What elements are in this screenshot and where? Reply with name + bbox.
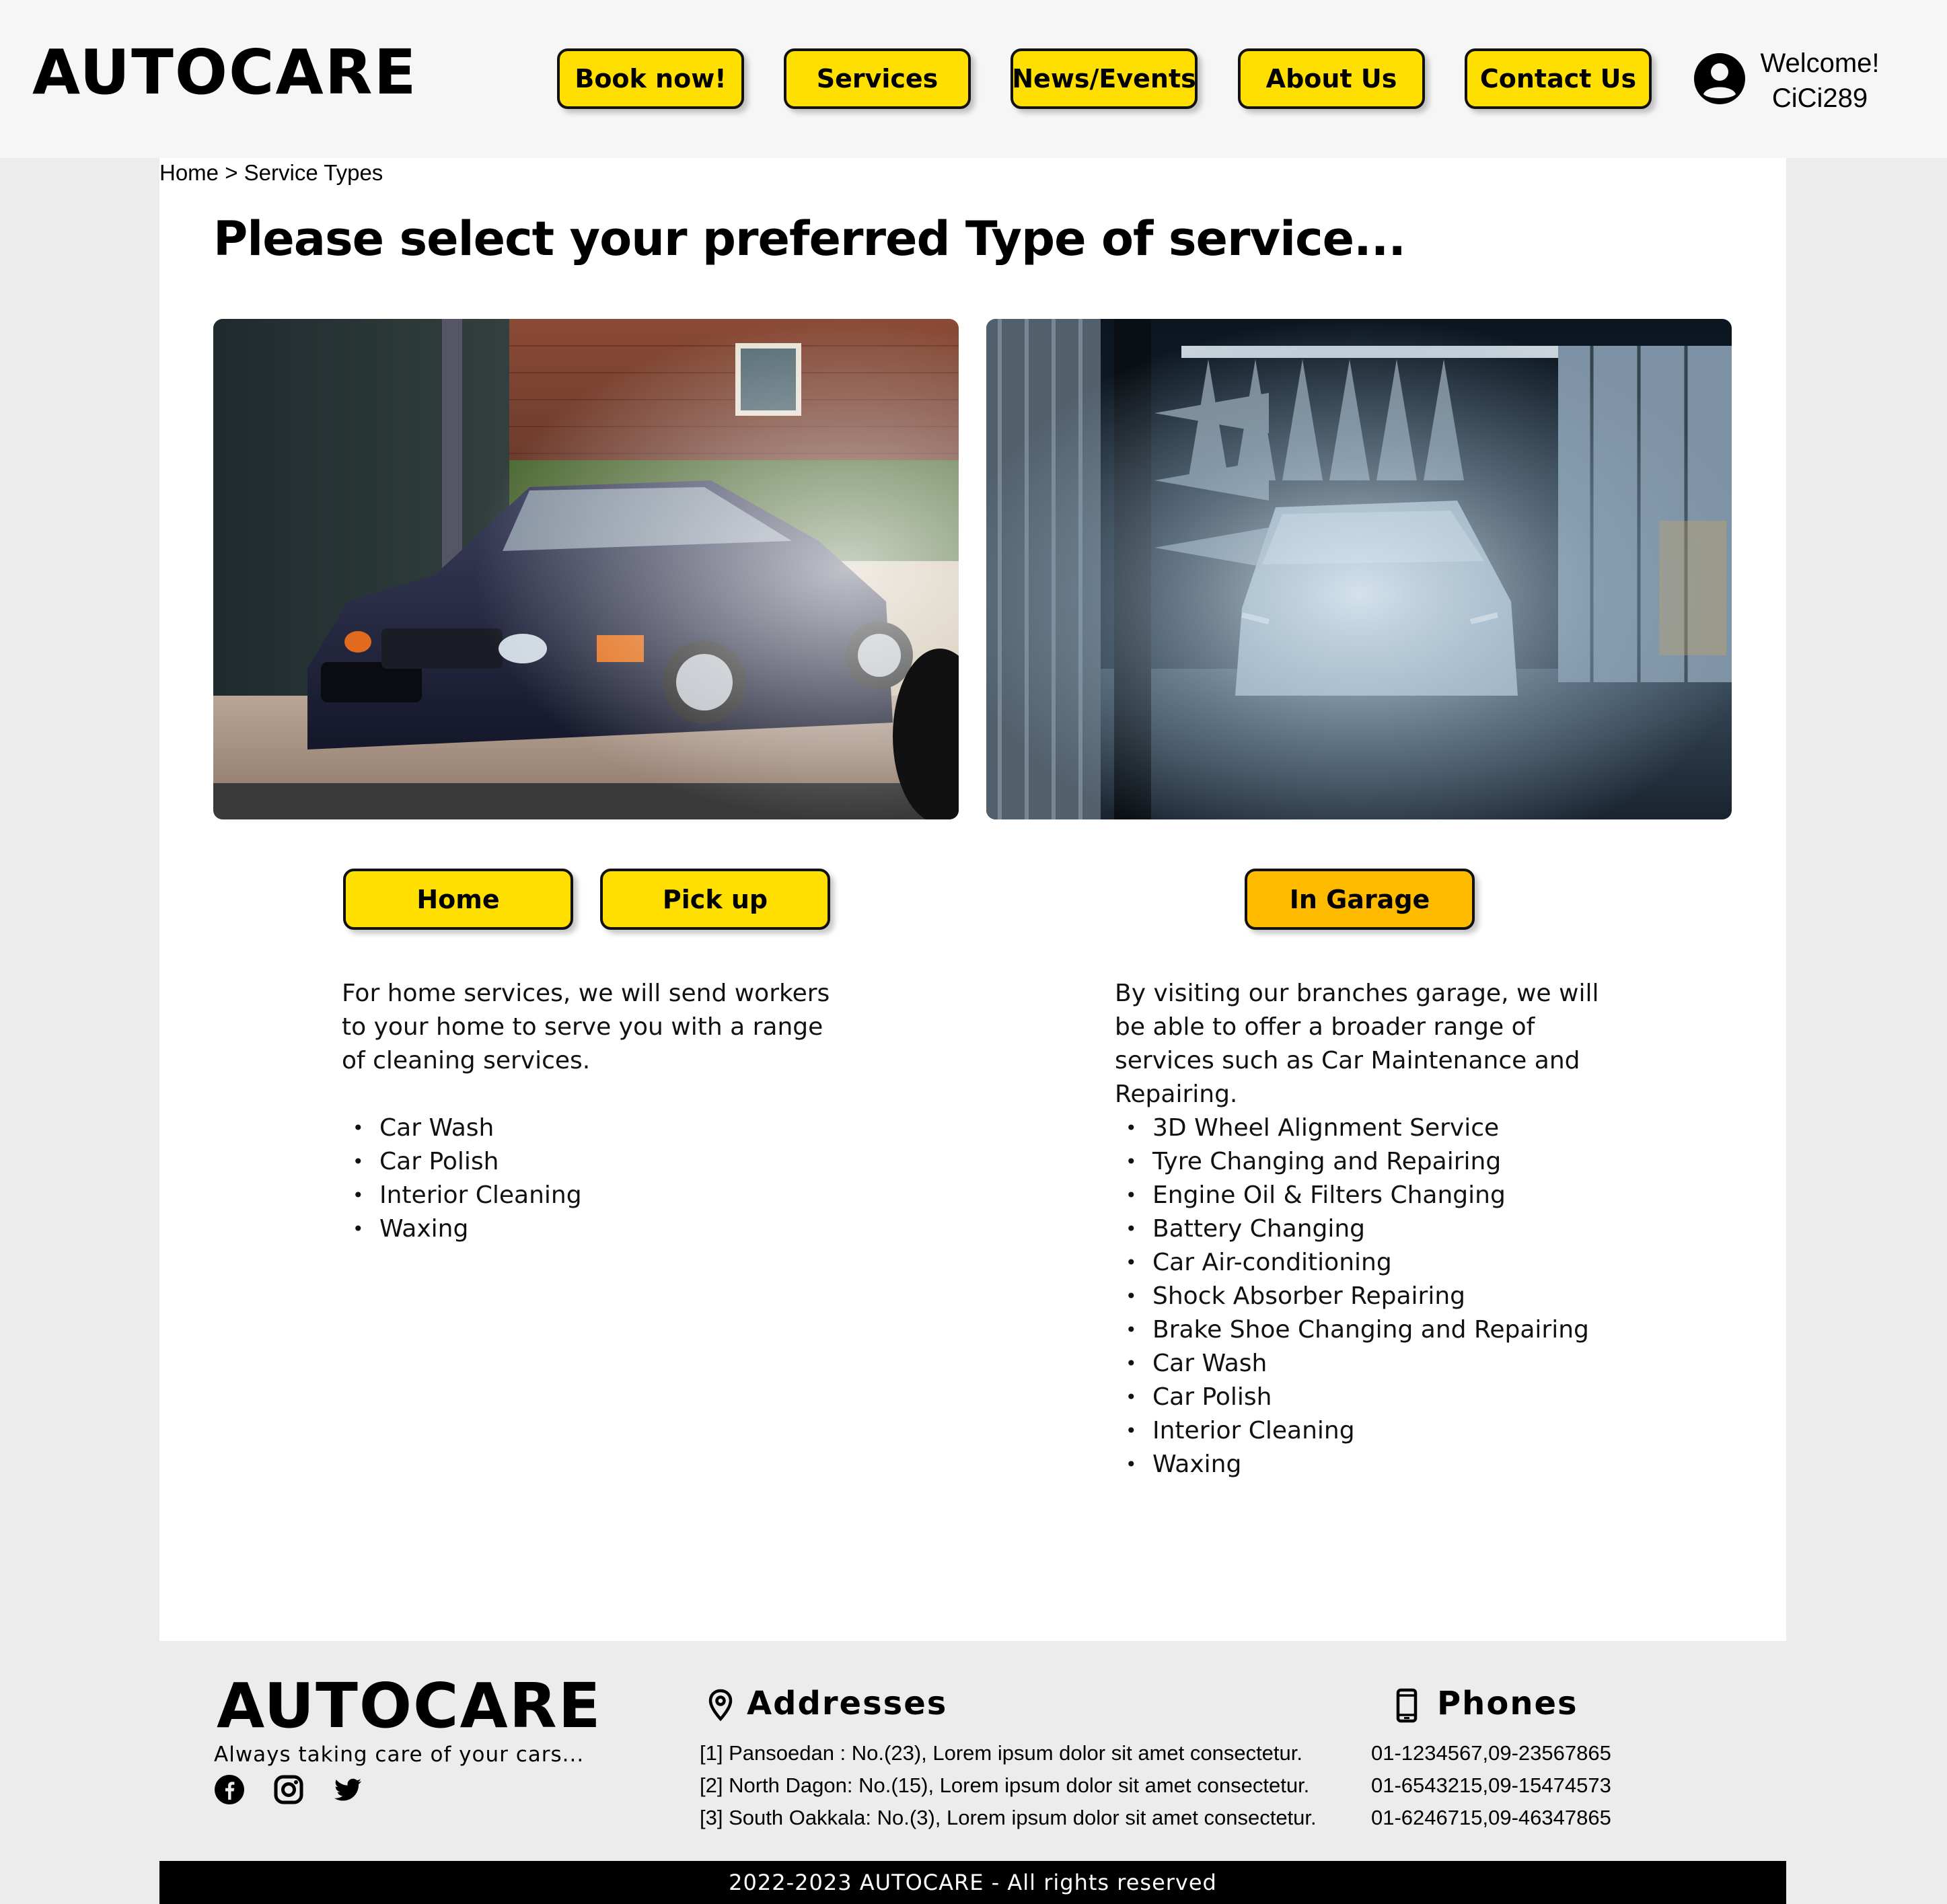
page-title: Please select your preferred Type of ser… [213, 211, 1406, 266]
home-service-photo [213, 319, 959, 819]
phone-line-3: 01-6246715,09-46347865 [1371, 1806, 1611, 1829]
in-garage-service-button[interactable]: In Garage [1245, 869, 1475, 930]
home-service-button[interactable]: Home [343, 869, 573, 930]
welcome-text: Welcome! [1760, 48, 1880, 78]
phones-heading: Phones [1437, 1685, 1578, 1722]
phone-line-2: 01-6543215,09-15474573 [1371, 1773, 1611, 1797]
pickup-service-button[interactable]: Pick up [600, 869, 830, 930]
list-item: Car Wash [342, 1111, 582, 1145]
list-item: Interior Cleaning [1115, 1414, 1589, 1448]
list-item: Car Air-conditioning [1115, 1246, 1589, 1280]
home-service-description: For home services, we will send workers … [342, 980, 830, 1074]
footer-brand-logo[interactable]: AUTOCARE [217, 1675, 601, 1737]
breadcrumb-current: Service Types [244, 160, 383, 185]
list-item: Waxing [342, 1212, 582, 1246]
list-item: Waxing [1115, 1448, 1589, 1481]
list-item: Engine Oil & Filters Changing [1115, 1179, 1589, 1212]
list-item: Shock Absorber Repairing [1115, 1280, 1589, 1313]
facebook-icon[interactable] [214, 1774, 245, 1805]
nav-services-button[interactable]: Services [784, 48, 971, 109]
nav-news-events-button[interactable]: News/Events [1011, 48, 1198, 109]
mobile-phone-icon [1391, 1688, 1422, 1723]
location-pin-icon [705, 1688, 736, 1723]
garage-service-description: By visiting our branches garage, we will… [1115, 980, 1599, 1108]
address-line-3: [3] South Oakkala: No.(3), Lorem ipsum d… [700, 1806, 1317, 1829]
nav-book-now-button[interactable]: Book now! [557, 48, 744, 109]
copyright-text: 2022-2023 AUTOCARE - All rights reserved [729, 1870, 1217, 1895]
instagram-icon[interactable] [273, 1774, 304, 1805]
garage-service-list: 3D Wheel Alignment Service Tyre Changing… [1115, 1111, 1589, 1481]
list-item: Car Polish [342, 1145, 582, 1179]
user-welcome: Welcome! CiCi289 [1749, 46, 1890, 116]
nav-about-us-button[interactable]: About Us [1238, 48, 1425, 109]
list-item: Tyre Changing and Repairing [1115, 1145, 1589, 1179]
user-account-icon[interactable] [1693, 52, 1746, 105]
list-item: 3D Wheel Alignment Service [1115, 1111, 1589, 1145]
twitter-icon[interactable] [332, 1774, 363, 1805]
breadcrumb-home-link[interactable]: Home [159, 160, 219, 185]
nav-contact-us-button[interactable]: Contact Us [1465, 48, 1652, 109]
site-header: AUTOCARE Book now! Services News/Events … [0, 0, 1947, 158]
addresses-heading: Addresses [747, 1685, 948, 1722]
garage-service-photo [986, 319, 1732, 819]
brand-logo[interactable]: AUTOCARE [32, 42, 417, 104]
list-item: Interior Cleaning [342, 1179, 582, 1212]
address-line-2: [2] North Dagon: No.(15), Lorem ipsum do… [700, 1773, 1310, 1797]
list-item: Car Polish [1115, 1381, 1589, 1414]
address-line-1: [1] Pansoedan : No.(23), Lorem ipsum dol… [700, 1741, 1303, 1765]
list-item: Brake Shoe Changing and Repairing [1115, 1313, 1589, 1347]
home-service-list: Car Wash Car Polish Interior Cleaning Wa… [342, 1111, 582, 1246]
breadcrumb: Home > Service Types [159, 160, 383, 186]
footer-tagline: Always taking care of your cars... [214, 1743, 585, 1767]
copyright-bar: 2022-2023 AUTOCARE - All rights reserved [159, 1861, 1786, 1904]
list-item: Battery Changing [1115, 1212, 1589, 1246]
breadcrumb-separator: > [225, 160, 238, 185]
phone-line-1: 01-1234567,09-23567865 [1371, 1741, 1611, 1765]
list-item: Car Wash [1115, 1347, 1589, 1381]
username-text: CiCi289 [1771, 83, 1868, 113]
